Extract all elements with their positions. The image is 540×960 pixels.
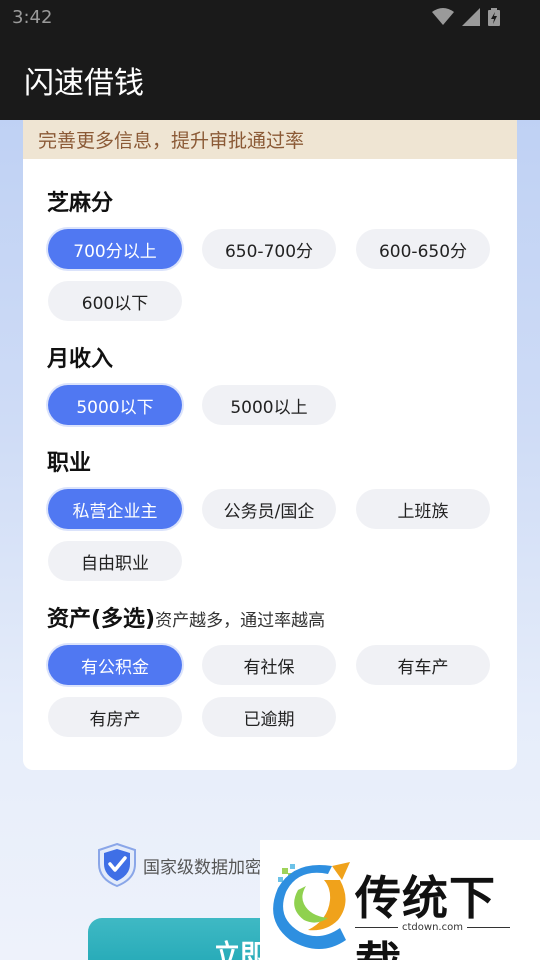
option-asset-housing-fund[interactable]: 有公积金 xyxy=(48,645,182,685)
watermark-logo: 传统下载 ctdown.com xyxy=(260,840,540,960)
option-label: 私营企业主 xyxy=(72,501,158,522)
option-credit-below-600[interactable]: 600以下 xyxy=(48,281,182,321)
section-title-text: 资产(多选) xyxy=(47,607,156,632)
option-credit-600-650[interactable]: 600-650分 xyxy=(356,229,490,269)
signal-icon xyxy=(462,8,480,26)
option-label: 有社保 xyxy=(243,657,295,678)
submit-label: 立即 xyxy=(213,940,266,960)
option-label: 有车产 xyxy=(397,657,449,678)
option-label: 5000以下 xyxy=(76,397,154,418)
shield-icon xyxy=(98,842,136,888)
option-asset-car[interactable]: 有车产 xyxy=(356,645,490,685)
option-label: 700分以上 xyxy=(73,241,157,262)
brand-logo-icon xyxy=(273,862,350,949)
watermark-url: ctdown.com xyxy=(398,922,467,933)
option-credit-700-plus[interactable]: 700分以上 xyxy=(48,229,182,269)
option-label: 有公积金 xyxy=(81,657,149,678)
option-income-below-5000[interactable]: 5000以下 xyxy=(48,385,182,425)
section-title-text: 职业 xyxy=(47,451,92,476)
app-bar: 闪速借钱 xyxy=(0,36,540,120)
form-card: 芝麻分 700分以上 650-700分 600-650分 600以下 月收入 5… xyxy=(23,159,517,770)
battery-icon xyxy=(488,8,500,26)
section-title-text: 芝麻分 xyxy=(47,191,114,216)
option-label: 公务员/国企 xyxy=(223,501,315,522)
option-label: 600-650分 xyxy=(378,241,468,262)
option-asset-house[interactable]: 有房产 xyxy=(48,697,182,737)
option-occupation-business-owner[interactable]: 私营企业主 xyxy=(48,489,182,529)
security-notice: 国家级数据加密 xyxy=(95,842,262,888)
section-title-text: 月收入 xyxy=(47,347,114,372)
option-asset-social-security[interactable]: 有社保 xyxy=(202,645,336,685)
banner-text: 完善更多信息，提升审批通过率 xyxy=(38,130,305,152)
info-banner: 完善更多信息，提升审批通过率 xyxy=(23,120,517,159)
section-title-assets: 资产(多选)资产越多，通过率越高 xyxy=(47,601,325,633)
option-credit-650-700[interactable]: 650-700分 xyxy=(202,229,336,269)
security-text: 国家级数据加密 xyxy=(143,857,262,878)
section-hint: 资产越多，通过率越高 xyxy=(155,611,326,631)
option-occupation-civil-servant[interactable]: 公务员/国企 xyxy=(202,489,336,529)
app-title: 闪速借钱 xyxy=(24,66,144,101)
option-asset-overdue[interactable]: 已逾期 xyxy=(202,697,336,737)
option-label: 650-700分 xyxy=(224,241,314,262)
option-label: 上班族 xyxy=(397,501,449,522)
wifi-icon xyxy=(432,8,454,25)
option-label: 600以下 xyxy=(81,293,149,314)
option-occupation-freelancer[interactable]: 自由职业 xyxy=(48,541,182,581)
section-title-income: 月收入 xyxy=(47,341,113,373)
section-title-occupation: 职业 xyxy=(47,445,91,477)
option-label: 有房产 xyxy=(89,709,141,730)
option-occupation-office-worker[interactable]: 上班族 xyxy=(356,489,490,529)
option-label: 自由职业 xyxy=(81,553,149,574)
status-icons xyxy=(432,8,500,26)
option-label: 5000以上 xyxy=(230,397,308,418)
status-time: 3:42 xyxy=(12,7,53,28)
status-bar: 3:42 xyxy=(0,0,540,36)
option-income-above-5000[interactable]: 5000以上 xyxy=(202,385,336,425)
watermark-brand: 传统下载 xyxy=(355,871,496,960)
section-title-credit: 芝麻分 xyxy=(47,185,113,217)
option-label: 已逾期 xyxy=(243,709,295,730)
